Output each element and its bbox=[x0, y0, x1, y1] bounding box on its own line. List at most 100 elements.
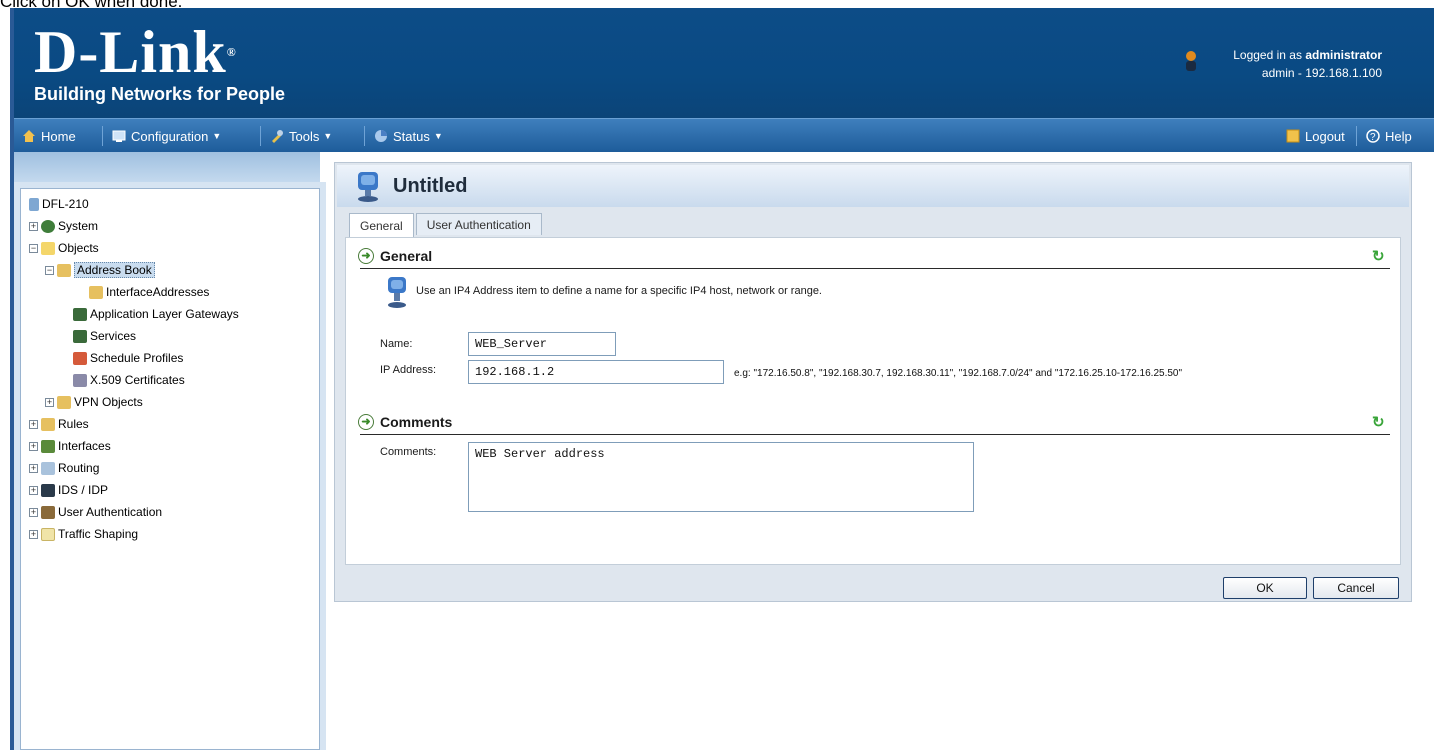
configuration-icon bbox=[112, 130, 126, 142]
refresh-icon[interactable]: ↻ bbox=[1372, 249, 1386, 264]
tab-content: ➜ General ↻ Use an IP4 Address item to de… bbox=[345, 237, 1401, 565]
ids-idp-icon bbox=[41, 483, 55, 497]
login-info: Logged in as administrator admin - 192.1… bbox=[1233, 46, 1382, 82]
expand-icon[interactable]: + bbox=[45, 397, 54, 407]
help-button[interactable]: ? Help bbox=[1366, 119, 1412, 153]
tree-item-schedule-profiles[interactable]: Schedule Profiles bbox=[73, 347, 183, 369]
tree-item-system[interactable]: + System bbox=[29, 215, 98, 237]
cancel-button[interactable]: Cancel bbox=[1313, 577, 1399, 599]
comments-section-title: ➜ Comments bbox=[358, 414, 452, 430]
panel-header: Untitled bbox=[337, 165, 1409, 207]
user-icon bbox=[1186, 51, 1196, 71]
menu-tools-label: Tools bbox=[289, 128, 320, 144]
calendar-icon bbox=[73, 351, 87, 365]
menu-tools[interactable]: Tools ▼ bbox=[270, 119, 332, 153]
panel-title: Untitled bbox=[393, 175, 468, 197]
tab-general[interactable]: General bbox=[349, 213, 414, 237]
dlink-logo: D-Link® Building Networks for People bbox=[34, 19, 286, 104]
address-book-icon bbox=[57, 263, 71, 277]
tree-item-services[interactable]: Services bbox=[73, 325, 136, 347]
header-banner: D-Link® Building Networks for People Log… bbox=[14, 8, 1434, 118]
name-label: Name: bbox=[380, 338, 413, 350]
general-section-title: ➜ General bbox=[358, 248, 432, 264]
menu-home[interactable]: Home bbox=[22, 119, 76, 153]
chevron-down-icon: ▼ bbox=[212, 131, 222, 141]
menu-separator bbox=[102, 126, 103, 146]
section-arrow-icon: ➜ bbox=[358, 248, 374, 264]
app-window: D-Link® Building Networks for People Log… bbox=[10, 8, 1434, 750]
logout-icon bbox=[1286, 129, 1300, 143]
menu-home-label: Home bbox=[41, 128, 76, 144]
traffic-shaping-icon bbox=[41, 527, 55, 541]
edit-panel: Untitled General User Authentication ➜ Ge… bbox=[334, 162, 1412, 602]
tree-item-interfaces[interactable]: + Interfaces bbox=[29, 435, 111, 457]
tree-item-dfl-210[interactable]: DFL-210 bbox=[29, 193, 89, 215]
status-icon bbox=[375, 130, 387, 142]
refresh-icon[interactable]: ↻ bbox=[1372, 415, 1386, 430]
comments-label: Comments: bbox=[380, 446, 437, 458]
device-icon bbox=[29, 197, 39, 211]
folder-icon bbox=[89, 285, 103, 299]
ip-address-input[interactable]: 192.168.1.2 bbox=[468, 360, 724, 384]
tree-item-ids-idp[interactable]: + IDS / IDP bbox=[29, 479, 108, 501]
tree-item-rules[interactable]: + Rules bbox=[29, 413, 89, 435]
tree-item-routing[interactable]: + Routing bbox=[29, 457, 99, 479]
folder-icon bbox=[57, 395, 71, 409]
description-text: Use an IP4 Address item to define a name… bbox=[416, 285, 822, 297]
comments-textarea[interactable]: WEB Server address bbox=[468, 442, 974, 512]
tab-bar: General User Authentication bbox=[349, 213, 544, 237]
menu-configuration[interactable]: Configuration ▼ bbox=[112, 119, 221, 153]
tree-item-objects[interactable]: − Objects bbox=[29, 237, 99, 259]
logged-in-user: administrator bbox=[1305, 48, 1382, 62]
address-object-icon bbox=[358, 172, 378, 202]
logo-text: D-Link bbox=[34, 19, 227, 85]
session-info: admin - 192.168.1.100 bbox=[1261, 66, 1382, 80]
alg-icon bbox=[73, 307, 87, 321]
certificate-icon bbox=[73, 373, 87, 387]
section-divider bbox=[360, 268, 1390, 269]
svg-text:?: ? bbox=[1370, 132, 1376, 143]
logged-in-prefix: Logged in as bbox=[1233, 48, 1302, 62]
navigation-tree: DFL-210 + System − Objects − Address Book I… bbox=[20, 188, 320, 750]
folder-icon bbox=[41, 241, 55, 255]
logout-button[interactable]: Logout bbox=[1286, 119, 1345, 153]
tree-item-certificates[interactable]: X.509 Certificates bbox=[73, 369, 185, 391]
chevron-down-icon: ▼ bbox=[433, 131, 443, 141]
collapse-icon[interactable]: − bbox=[45, 265, 54, 275]
system-icon bbox=[41, 219, 55, 233]
rules-icon bbox=[41, 417, 55, 431]
expand-icon[interactable]: + bbox=[29, 485, 38, 495]
menu-separator bbox=[260, 126, 261, 146]
tree-item-interface-addresses[interactable]: InterfaceAddresses bbox=[89, 281, 209, 303]
expand-icon[interactable]: + bbox=[29, 419, 38, 429]
menu-bar: Home Configuration ▼ Tools ▼ Status ▼ Logou… bbox=[14, 118, 1434, 152]
ip-address-hint: e.g: "172.16.50.8", "192.168.30.7, 192.1… bbox=[734, 368, 1183, 379]
ok-button[interactable]: OK bbox=[1223, 577, 1307, 599]
menu-status-label: Status bbox=[393, 128, 430, 144]
name-input[interactable]: WEB_Server bbox=[468, 332, 616, 356]
expand-icon[interactable]: + bbox=[29, 221, 38, 231]
expand-icon[interactable]: + bbox=[29, 463, 38, 473]
help-label: Help bbox=[1385, 128, 1412, 144]
expand-icon[interactable]: + bbox=[29, 441, 38, 451]
chevron-down-icon: ▼ bbox=[323, 131, 333, 141]
user-authentication-icon bbox=[41, 505, 55, 519]
menu-configuration-label: Configuration bbox=[131, 128, 209, 144]
tree-item-vpn-objects[interactable]: + VPN Objects bbox=[45, 391, 143, 413]
menu-status[interactable]: Status ▼ bbox=[374, 119, 443, 153]
home-icon bbox=[23, 130, 35, 142]
menu-separator bbox=[364, 126, 365, 146]
section-arrow-icon: ➜ bbox=[358, 414, 374, 430]
tree-item-alg[interactable]: Application Layer Gateways bbox=[73, 303, 239, 325]
logo-tagline: Building Networks for People bbox=[34, 84, 286, 104]
collapse-icon[interactable]: − bbox=[29, 243, 38, 253]
tree-item-traffic-shaping[interactable]: + Traffic Shaping bbox=[29, 523, 138, 545]
tree-item-address-book[interactable]: − Address Book bbox=[45, 259, 155, 281]
tools-icon bbox=[272, 130, 283, 143]
expand-icon[interactable]: + bbox=[29, 529, 38, 539]
expand-icon[interactable]: + bbox=[29, 507, 38, 517]
tree-item-user-authentication[interactable]: + User Authentication bbox=[29, 501, 162, 523]
logout-label: Logout bbox=[1305, 128, 1345, 144]
tab-user-authentication[interactable]: User Authentication bbox=[415, 213, 542, 235]
routing-icon bbox=[41, 461, 55, 475]
